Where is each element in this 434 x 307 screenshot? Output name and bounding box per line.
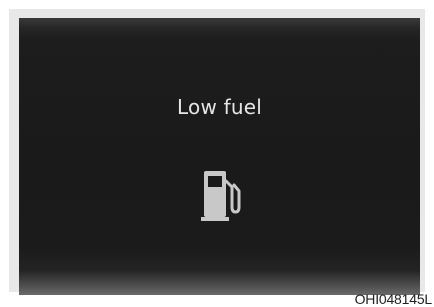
warning-message: Low fuel xyxy=(177,95,262,119)
figure-reference-code: OHI048145L xyxy=(354,291,433,307)
cluster-display-screen: Low fuel xyxy=(19,18,420,295)
fuel-pump-icon xyxy=(201,171,241,221)
